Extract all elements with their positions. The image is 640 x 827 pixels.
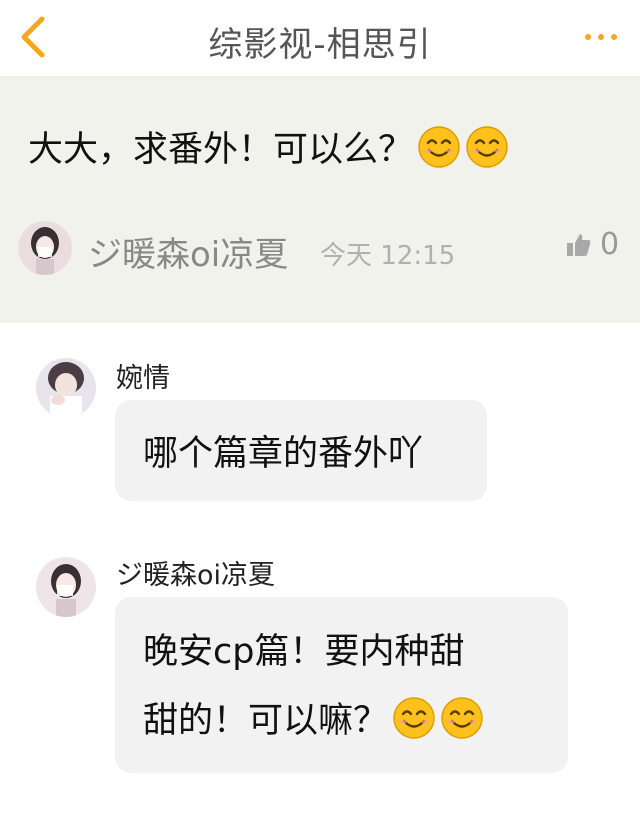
more-button[interactable] <box>582 22 622 52</box>
page-title: 综影视-相思引 <box>208 25 432 65</box>
post-timestamp: 今天 12:15 <box>320 241 456 271</box>
post-content: 大大，求番外！可以么？ <box>28 121 509 172</box>
message-text-line-1: 晚安cp篇！要内种甜 <box>143 632 465 672</box>
smile-emoji-icon <box>418 125 460 168</box>
more-dots-icon <box>585 34 617 40</box>
smile-emoji-icon <box>441 696 483 739</box>
post-text: 大大，求番外！可以么？ <box>28 130 414 170</box>
message-bubble[interactable]: 晚安cp篇！要内种甜 甜的！可以嘛？ <box>115 597 568 773</box>
thumbs-up-icon <box>567 233 591 256</box>
message-bubble[interactable]: 哪个篇章的番外吖 <box>115 400 487 501</box>
avatar[interactable] <box>36 557 96 617</box>
reply-username[interactable]: ジ暖森oi凉夏 <box>116 553 275 592</box>
reply-username[interactable]: 婉情 <box>116 356 170 395</box>
post-username[interactable]: ジ暖森oi凉夏 <box>88 227 288 276</box>
avatar[interactable] <box>18 221 72 275</box>
message-text-line-2: 甜的！可以嘛？ <box>115 674 568 743</box>
avatar[interactable] <box>36 358 96 418</box>
smile-emoji-icon <box>393 696 435 739</box>
top-bar: 综影视-相思引 <box>0 0 640 77</box>
message-text: 哪个篇章的番外吖 <box>143 434 424 474</box>
smile-emoji-icon <box>466 125 508 168</box>
like-button[interactable]: 0 <box>566 227 619 262</box>
like-count: 0 <box>600 227 620 262</box>
main-post: 大大，求番外！可以么？ ジ暖森oi凉夏 今天 12:15 0 <box>0 77 640 323</box>
message-text: 甜的！可以嘛？ <box>143 701 389 741</box>
